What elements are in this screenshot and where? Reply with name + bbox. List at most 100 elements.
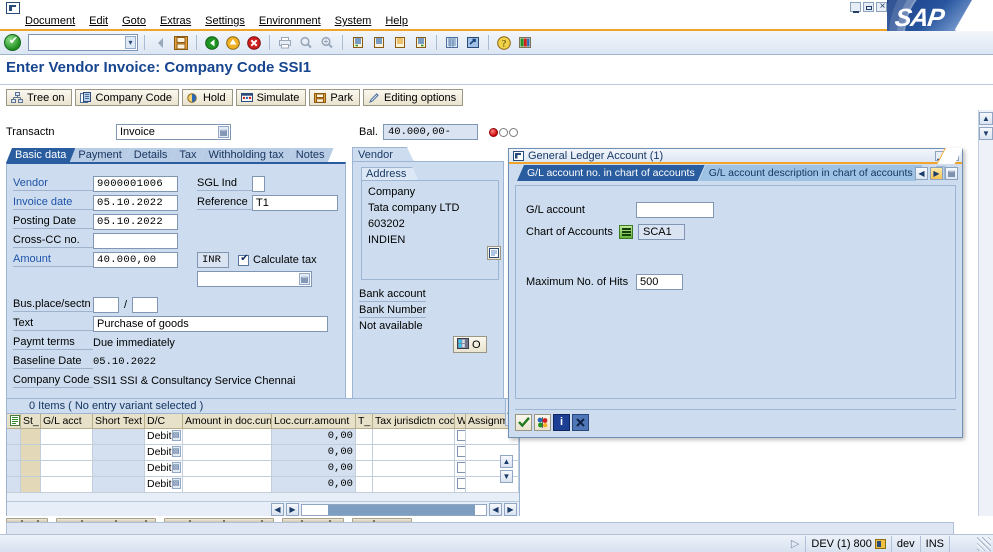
menu-settings[interactable]: Settings — [198, 14, 252, 28]
back-arrow-icon[interactable] — [151, 34, 169, 51]
max-hits-input[interactable] — [636, 274, 683, 290]
vendor-input[interactable] — [93, 176, 178, 192]
first-page-icon[interactable] — [349, 34, 367, 51]
open-items-button[interactable]: O — [453, 336, 487, 353]
row-marker[interactable] — [7, 461, 21, 477]
row-tax-jurisdiction[interactable] — [373, 477, 455, 493]
col-gl-acct[interactable]: G/L acct — [41, 414, 93, 429]
next-page-icon[interactable] — [391, 34, 409, 51]
tab-notes[interactable]: Notes — [287, 148, 334, 163]
menu-help[interactable]: Help — [378, 14, 415, 28]
save-icon[interactable] — [172, 34, 190, 51]
status-expand-icon[interactable]: ▷ — [785, 536, 805, 552]
cancel-red-icon[interactable] — [245, 34, 263, 51]
vendor-tab[interactable]: Vendor — [352, 147, 414, 162]
row-tax-jurisdiction[interactable] — [373, 461, 455, 477]
new-session-icon[interactable] — [443, 34, 461, 51]
row-dc[interactable]: Debit▤ — [145, 429, 183, 445]
row-amount-doc[interactable] — [183, 461, 272, 477]
row-amount-doc[interactable] — [183, 429, 272, 445]
menu-environment[interactable]: Environment — [252, 14, 328, 28]
row-dc[interactable]: Debit▤ — [145, 445, 183, 461]
col-status[interactable]: St_ — [21, 414, 41, 429]
row-gl-acct[interactable] — [41, 461, 93, 477]
transaction-select[interactable]: Invoice ▤ — [116, 124, 231, 140]
col-amount-loc[interactable]: Loc.curr.amount — [272, 414, 356, 429]
row-w[interactable] — [455, 429, 466, 445]
row-status[interactable] — [21, 461, 41, 477]
tab-withholding-tax[interactable]: Withholding tax — [200, 148, 293, 163]
scroll-up-button[interactable]: ▲ — [500, 455, 513, 468]
tab-basic-data[interactable]: Basic data — [6, 148, 75, 163]
row-gl-acct[interactable] — [41, 477, 93, 493]
dialog-tab-next-button[interactable]: ▶ — [930, 167, 943, 180]
simulate-button[interactable]: Simulate — [236, 89, 307, 106]
cross-cc-no-input[interactable] — [93, 233, 178, 249]
resize-grip[interactable] — [977, 537, 991, 551]
menu-document[interactable]: Document — [18, 14, 82, 28]
col-short-text[interactable]: Short Text — [93, 414, 145, 429]
menu-system[interactable]: System — [328, 14, 379, 28]
page-scroll-up-button[interactable]: ▲ — [979, 112, 993, 125]
menu-goto[interactable]: Goto — [115, 14, 153, 28]
row-w[interactable] — [455, 461, 466, 477]
dialog-multiple-selection-button[interactable] — [534, 414, 551, 431]
bus-sectn-input[interactable] — [132, 297, 158, 313]
col-tax[interactable]: T_ — [356, 414, 373, 429]
reference-input[interactable] — [252, 195, 338, 211]
amount-label[interactable]: Amount — [13, 253, 93, 267]
help-icon[interactable]: ? — [495, 34, 513, 51]
tab-payment[interactable]: Payment — [69, 148, 130, 163]
back-green-icon[interactable] — [203, 34, 221, 51]
command-field[interactable]: ▾ — [28, 34, 138, 51]
exit-yellow-icon[interactable] — [224, 34, 242, 51]
editing-options-button[interactable]: Editing options — [363, 89, 463, 106]
scroll-page-left-button[interactable]: ◀ — [489, 503, 502, 516]
calculate-tax-checkbox[interactable] — [238, 255, 249, 266]
command-history-icon[interactable]: ▾ — [125, 36, 136, 49]
row-tax[interactable] — [356, 429, 373, 445]
customize-layout-icon[interactable] — [516, 34, 534, 51]
transaction-dropdown-icon[interactable]: ▤ — [218, 126, 229, 138]
page-vertical-scrollbar[interactable]: ▲ ▼ — [978, 110, 993, 528]
row-status[interactable] — [21, 429, 41, 445]
scroll-left-button[interactable]: ◀ — [271, 503, 284, 516]
system-info-icon[interactable] — [875, 539, 886, 549]
ok-check-icon[interactable] — [4, 34, 21, 51]
row-tax[interactable] — [356, 461, 373, 477]
amount-input[interactable] — [93, 252, 178, 268]
hold-button[interactable]: Hold — [182, 89, 233, 106]
items-scroll-track[interactable] — [301, 504, 487, 516]
create-shortcut-icon[interactable] — [464, 34, 482, 51]
row-dc[interactable]: Debit▤ — [145, 477, 183, 493]
previous-page-icon[interactable] — [370, 34, 388, 51]
invoice-date-input[interactable] — [93, 195, 178, 211]
table-row[interactable]: Debit▤ 0,00 — [7, 429, 519, 445]
dialog-info-button[interactable]: i — [553, 414, 570, 431]
row-marker[interactable] — [7, 429, 21, 445]
table-row[interactable]: Debit▤ 0,00 — [7, 445, 519, 461]
row-amount-doc[interactable] — [183, 445, 272, 461]
dialog-tab-account-no[interactable]: G/L account no. in chart of accounts — [517, 165, 705, 181]
col-dc[interactable]: D/C — [145, 414, 183, 429]
tax-code-dropdown-icon[interactable]: ▤ — [299, 273, 310, 285]
minimize-button[interactable] — [850, 2, 861, 12]
chart-of-accounts-match-icon[interactable] — [619, 225, 633, 239]
address-tab[interactable]: Address — [361, 167, 419, 181]
tree-on-button[interactable]: Tree on — [6, 89, 72, 106]
row-dc[interactable]: Debit▤ — [145, 461, 183, 477]
items-horizontal-scrollbar[interactable]: ◀ ▶ ◀ ▶ — [7, 501, 519, 517]
select-all-icon[interactable] — [7, 414, 21, 429]
menu-edit[interactable]: Edit — [82, 14, 115, 28]
invoice-date-label[interactable]: Invoice date — [13, 196, 93, 210]
items-scroll-thumb[interactable] — [328, 505, 475, 515]
bus-place-input[interactable] — [93, 297, 119, 313]
col-w[interactable]: W — [455, 414, 466, 429]
menu-extras[interactable]: Extras — [153, 14, 198, 28]
row-status[interactable] — [21, 445, 41, 461]
posting-date-input[interactable] — [93, 214, 178, 230]
page-scroll-down-button[interactable]: ▼ — [979, 127, 993, 140]
last-page-icon[interactable] — [412, 34, 430, 51]
row-amount-doc[interactable] — [183, 477, 272, 493]
scroll-down-button[interactable]: ▼ — [500, 470, 513, 483]
